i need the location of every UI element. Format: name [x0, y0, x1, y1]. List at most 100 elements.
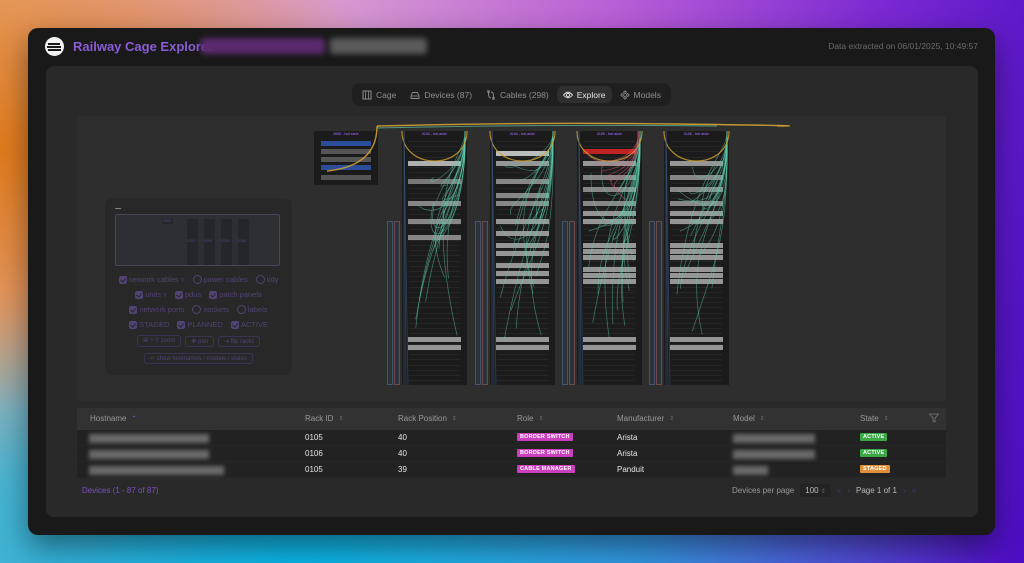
- sort-asc-icon: ⌃: [131, 416, 137, 422]
- toggle-power-cables[interactable]: power cables: [192, 275, 248, 284]
- first-page-button[interactable]: «: [837, 486, 841, 495]
- flip-racks-button[interactable]: ⇥ flip racks: [218, 335, 261, 347]
- minimap-rack[interactable]: 0105: [221, 219, 232, 265]
- checkbox-checked[interactable]: [129, 305, 138, 314]
- collapse-handle[interactable]: [115, 208, 121, 209]
- radio-unchecked[interactable]: [192, 305, 202, 314]
- toggle-tidy[interactable]: tidy: [255, 275, 278, 284]
- column-manufacturer[interactable]: Manufacturer ⇕: [617, 414, 674, 423]
- minimap-rack[interactable]: 0106: [238, 219, 249, 265]
- column-state[interactable]: State ⇕: [860, 414, 889, 423]
- redacted-project-name: [201, 38, 325, 54]
- per-page-label: Devices per page: [732, 486, 795, 495]
- tab-models[interactable]: Models: [614, 86, 667, 103]
- toggle-sockets[interactable]: sockets: [192, 305, 229, 314]
- redacted-hostname: [89, 434, 209, 443]
- toggle-patch-panels[interactable]: patch panels: [209, 290, 262, 299]
- cable[interactable]: [519, 130, 554, 181]
- minimap[interactable]: 0000 0103 0104 0105 0106: [115, 214, 280, 266]
- checkbox-checked[interactable]: [209, 290, 218, 299]
- toggle-network-ports[interactable]: network ports: [129, 305, 184, 314]
- sort-icon: ⇕: [451, 416, 457, 422]
- models-icon: [619, 89, 630, 100]
- minimap-rack-0000[interactable]: 0000: [162, 219, 173, 224]
- devices-icon: [410, 91, 420, 99]
- column-rack-position[interactable]: Rack Position ⇕: [398, 414, 457, 423]
- filter-planned[interactable]: PLANNED: [177, 320, 223, 329]
- toggle-units[interactable]: units ▿: [135, 290, 167, 299]
- radio-unchecked[interactable]: [236, 305, 246, 314]
- checkbox-checked[interactable]: [230, 320, 239, 329]
- column-model[interactable]: Model ⇕: [733, 414, 765, 423]
- toggle-labels[interactable]: labels: [236, 305, 268, 314]
- table-row[interactable]: 0106 40 BORDER SWITCH Arista ACTIVE: [77, 446, 946, 462]
- toggle-pdus[interactable]: pdus: [174, 290, 201, 299]
- cable[interactable]: [376, 124, 718, 129]
- role-badge: BORDER SWITCH: [517, 449, 573, 457]
- rack-id-cell: 0106: [305, 449, 323, 458]
- radio-unchecked[interactable]: [192, 275, 202, 284]
- tab-cables[interactable]: Cables (298): [480, 86, 555, 103]
- table-row[interactable]: 0105 40 BORDER SWITCH Arista ACTIVE: [77, 430, 946, 446]
- sort-icon: ⇕: [759, 416, 765, 422]
- tab-label: Models: [633, 89, 661, 100]
- cable[interactable]: [446, 130, 466, 279]
- checkbox-checked[interactable]: [174, 290, 183, 299]
- tab-devices[interactable]: Devices (87): [404, 86, 478, 103]
- checkbox-checked[interactable]: [135, 290, 144, 299]
- cable[interactable]: [586, 130, 639, 162]
- show-labels-button[interactable]: ↵ show hostnames / models / states: [143, 353, 254, 364]
- cable[interactable]: [326, 125, 378, 172]
- rack-id-cell: 0105: [305, 465, 323, 474]
- filter-icon[interactable]: [929, 413, 939, 423]
- cable[interactable]: [576, 130, 643, 162]
- checkbox-checked[interactable]: [118, 275, 127, 284]
- radio-unchecked[interactable]: [255, 275, 265, 284]
- minimap-rack[interactable]: 0104: [204, 219, 215, 265]
- cables-icon: [487, 89, 495, 100]
- cable[interactable]: [419, 130, 466, 301]
- table-header: Hostname ⌃ Rack ID ⇕ Rack Position ⇕ Role ⇕ …: [77, 408, 946, 430]
- title-bar: Railway Cage Explorer Data extracted on …: [28, 28, 995, 66]
- filter-staged[interactable]: STAGED: [129, 320, 169, 329]
- cable[interactable]: [528, 130, 554, 225]
- per-page-select[interactable]: 100 ⇕: [800, 484, 831, 497]
- column-hostname[interactable]: Hostname ⌃: [90, 414, 137, 423]
- railway-logo-icon: [45, 37, 64, 56]
- column-role[interactable]: Role ⇕: [517, 414, 543, 423]
- filter-active[interactable]: ACTIVE: [230, 320, 268, 329]
- checkbox-checked[interactable]: [177, 320, 186, 329]
- sort-icon: ⇕: [669, 416, 675, 422]
- cable[interactable]: [678, 130, 728, 202]
- cable[interactable]: [692, 130, 728, 178]
- cable[interactable]: [503, 130, 554, 168]
- column-rack-id[interactable]: Rack ID ⇕: [305, 414, 343, 423]
- table-row[interactable]: 0105 39 CABLE MANAGER Panduit STAGED: [77, 462, 946, 478]
- tab-explore[interactable]: Explore: [556, 86, 612, 103]
- app-title: Railway Cage Explorer: [73, 39, 214, 54]
- last-page-button[interactable]: »: [912, 486, 916, 495]
- view-tabs: Cage Devices (87) Cables (298) Explore M…: [352, 83, 671, 106]
- manufacturer-cell: Panduit: [617, 465, 645, 474]
- rack-position-cell: 40: [398, 433, 407, 442]
- role-badge: BORDER SWITCH: [517, 433, 573, 441]
- explore-canvas[interactable]: 0000 - hot aisle 0103 - hot aisle 0104 - h…: [77, 116, 946, 402]
- minimap-rack[interactable]: 0103: [187, 219, 198, 265]
- page-indicator: Page 1 of 1: [856, 486, 897, 495]
- manufacturer-cell: Arista: [617, 449, 638, 458]
- next-page-button[interactable]: ›: [903, 486, 906, 495]
- tab-label: Explore: [576, 89, 606, 100]
- rack-position-cell: 39: [398, 465, 407, 474]
- tab-cage[interactable]: Cage: [356, 86, 402, 103]
- role-badge: CABLE MANAGER: [517, 465, 575, 473]
- state-badge: STAGED: [860, 465, 890, 473]
- cable[interactable]: [663, 130, 730, 162]
- checkbox-checked[interactable]: [129, 320, 138, 329]
- tab-label: Devices (87): [424, 89, 473, 100]
- toggle-network-cables[interactable]: network cables ▿: [118, 275, 185, 284]
- cable[interactable]: [526, 130, 554, 294]
- pagination: Devices per page 100 ⇕ « ‹ Page 1 of 1 ›…: [732, 484, 916, 497]
- redacted-model: [733, 466, 768, 475]
- select-arrows-icon: ⇕: [820, 489, 826, 495]
- prev-page-button[interactable]: ‹: [847, 486, 850, 495]
